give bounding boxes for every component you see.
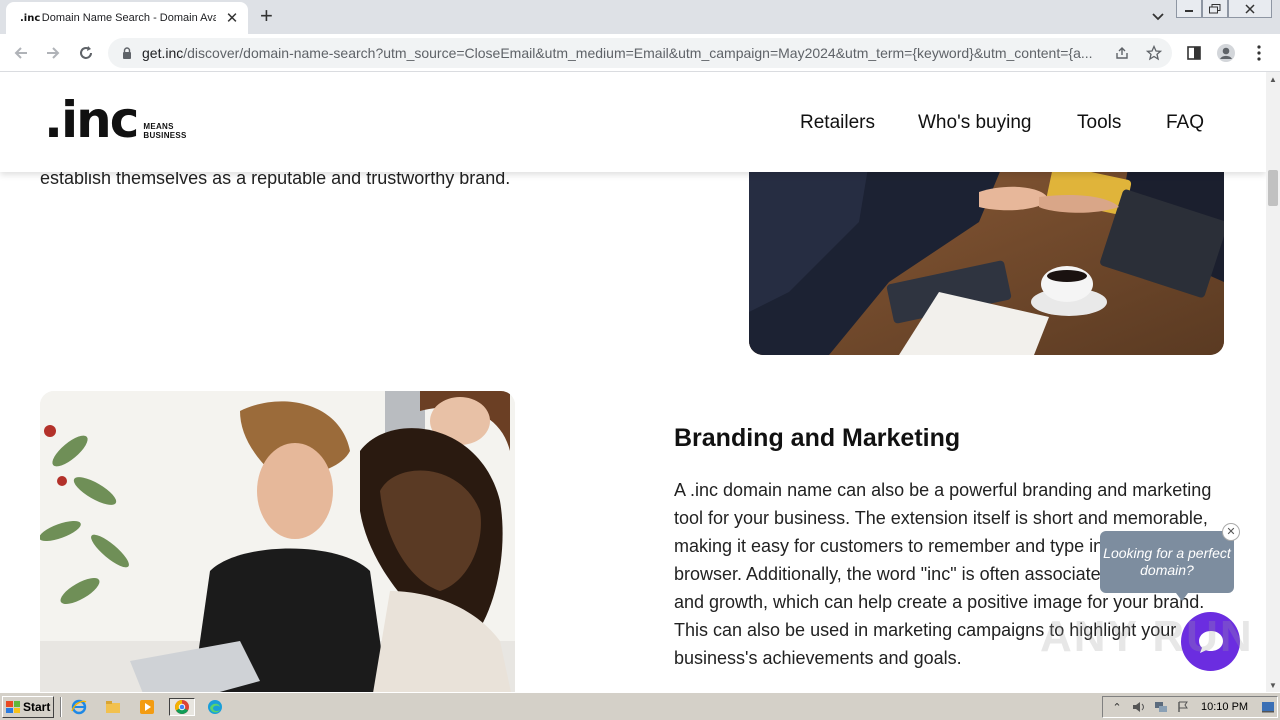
address-bar[interactable]: get.inc/discover/domain-name-search?utm_…: [108, 38, 1172, 68]
tab-favicon: .inc: [20, 12, 41, 24]
lock-icon[interactable]: [120, 46, 134, 60]
tab-search-chevron-icon[interactable]: [1152, 8, 1164, 26]
show-desktop-icon[interactable]: [1260, 699, 1276, 715]
tab-close-icon[interactable]: ✕: [224, 9, 240, 27]
windows-taskbar: Start ⌃ 10:10 PM: [0, 692, 1280, 720]
page-scrollbar[interactable]: ▲ ▼: [1266, 72, 1280, 692]
page-viewport: .inc MEANS BUSINESS Retailers Who's buyin…: [0, 72, 1266, 692]
section-title: Branding and Marketing: [674, 424, 961, 452]
scroll-thumb[interactable]: [1268, 170, 1278, 206]
window-close-icon[interactable]: [1228, 0, 1272, 18]
chat-prompt-text: Looking for a perfect domain?: [1103, 545, 1231, 578]
chat-close-icon[interactable]: ✕: [1222, 523, 1240, 541]
handshake-meeting-photo: [749, 162, 1224, 355]
side-panel-icon[interactable]: [1183, 42, 1205, 64]
tray-expand-icon[interactable]: ⌃: [1109, 699, 1125, 715]
action-center-flag-icon[interactable]: [1175, 699, 1191, 715]
media-player-icon[interactable]: [137, 698, 157, 716]
nav-retailers[interactable]: Retailers: [800, 112, 875, 134]
chrome-icon[interactable]: [169, 698, 195, 716]
scroll-down-arrow-icon[interactable]: ▼: [1266, 678, 1280, 692]
nav-tools[interactable]: Tools: [1077, 112, 1121, 134]
reload-icon[interactable]: [75, 42, 97, 64]
nav-faq[interactable]: FAQ: [1166, 112, 1204, 134]
taskbar-clock[interactable]: 10:10 PM: [1201, 701, 1248, 713]
forward-arrow-icon[interactable]: [42, 42, 64, 64]
internet-explorer-icon[interactable]: [69, 698, 89, 716]
kebab-menu-icon[interactable]: [1248, 42, 1270, 64]
taskbar-separator: [60, 697, 62, 717]
profile-avatar-icon[interactable]: [1215, 42, 1237, 64]
browser-tab-strip: .inc Domain Name Search - Domain Avail ✕…: [0, 0, 1280, 34]
network-icon[interactable]: [1153, 699, 1169, 715]
new-tab-plus-icon[interactable]: +: [260, 5, 273, 27]
start-label: Start: [23, 700, 51, 714]
restore-icon[interactable]: [1202, 0, 1228, 18]
window-controls: [1176, 0, 1272, 18]
system-tray: ⌃ 10:10 PM: [1102, 696, 1278, 718]
scroll-up-arrow-icon[interactable]: ▲: [1266, 72, 1280, 86]
volume-icon[interactable]: [1131, 699, 1147, 715]
chat-bubble-tail: [1176, 593, 1188, 601]
bookmark-star-icon[interactable]: [1146, 45, 1162, 61]
edge-icon[interactable]: [205, 698, 225, 716]
logo-tagline: MEANS BUSINESS: [143, 122, 187, 140]
browser-tab-active[interactable]: .inc Domain Name Search - Domain Avail ✕: [6, 2, 248, 34]
site-header: .inc MEANS BUSINESS Retailers Who's buyin…: [0, 72, 1266, 172]
logo-mark: .inc: [44, 91, 139, 149]
watermark: ANY RUN: [1040, 612, 1254, 661]
nav-whos-buying[interactable]: Who's buying: [918, 112, 1031, 134]
minimize-icon[interactable]: [1176, 0, 1202, 18]
url-text: get.inc/discover/domain-name-search?utm_…: [142, 45, 1093, 61]
team-at-laptop-photo: [40, 391, 515, 692]
back-arrow-icon[interactable]: [10, 42, 32, 64]
file-explorer-icon[interactable]: [103, 698, 123, 716]
windows-flag-icon: [6, 701, 20, 713]
share-icon[interactable]: [1114, 45, 1130, 61]
chat-prompt-bubble[interactable]: Looking for a perfect domain? ✕: [1100, 523, 1240, 601]
tab-title: Domain Name Search - Domain Avail: [41, 12, 217, 24]
site-logo[interactable]: .inc MEANS BUSINESS: [44, 91, 187, 149]
start-button[interactable]: Start: [2, 696, 54, 718]
browser-toolbar: get.inc/discover/domain-name-search?utm_…: [0, 34, 1280, 72]
